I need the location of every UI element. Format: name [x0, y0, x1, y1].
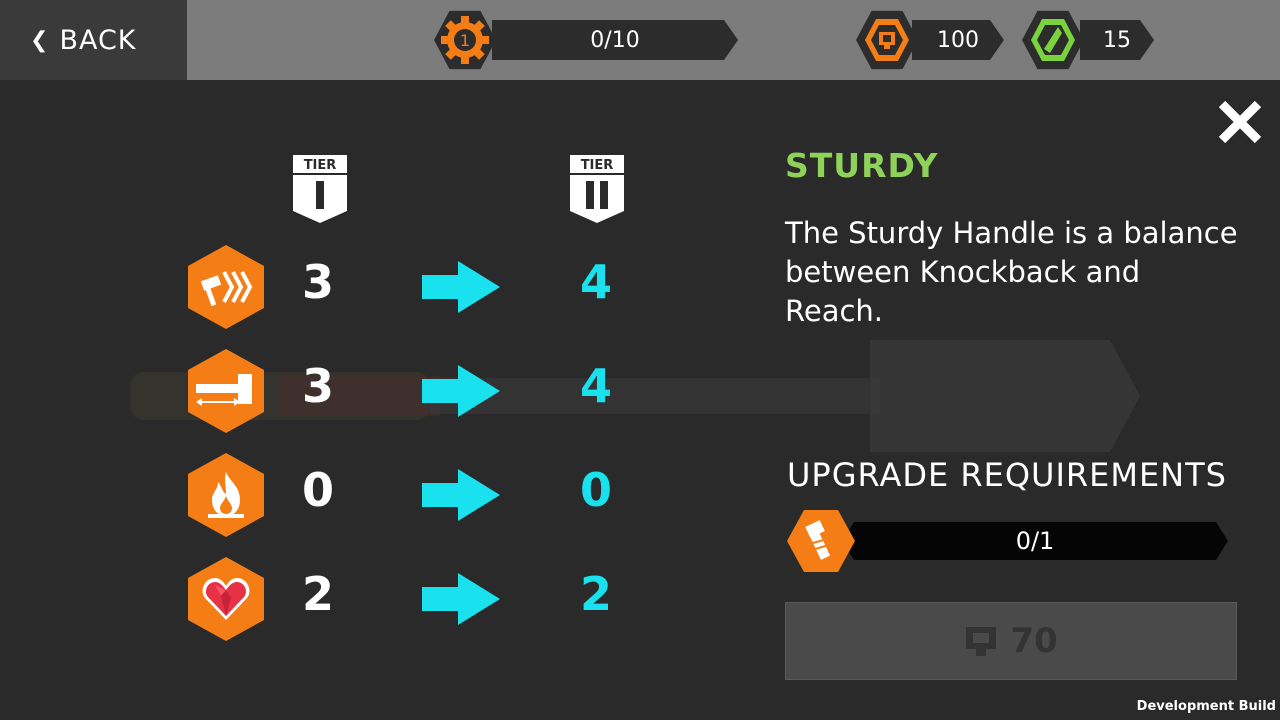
stat-current-value: 3	[301, 255, 334, 309]
back-button[interactable]: ❮ BACK	[0, 0, 187, 80]
level-badge: 1	[434, 10, 496, 70]
heart-icon	[202, 578, 250, 620]
level-progress-text: 0/10	[590, 27, 640, 53]
coins-value: 100	[937, 27, 979, 53]
arrow-right-icon	[422, 573, 500, 625]
gems-value: 15	[1103, 27, 1131, 53]
stat-row-health: 2 2	[188, 557, 628, 641]
gem-icon	[1031, 19, 1075, 61]
tier-one-label: TIER	[304, 158, 337, 173]
gems-badge	[1022, 10, 1084, 70]
handle-part-icon	[805, 520, 831, 560]
gems-counter: 15	[1080, 20, 1154, 60]
arrow-right-icon	[422, 365, 500, 417]
coin-icon	[865, 19, 909, 61]
knockback-icon	[200, 271, 253, 307]
coins-badge	[856, 10, 918, 70]
tier-two-banner: TIER	[570, 155, 624, 223]
level-number: 1	[459, 30, 471, 50]
health-stat-icon	[188, 557, 264, 641]
chevron-left-icon: ❮	[30, 27, 50, 53]
arrow-right-icon	[422, 261, 500, 313]
reach-stat-icon	[188, 349, 264, 433]
stat-row-fire: 0 0	[188, 453, 628, 537]
item-name: STURDY	[785, 146, 939, 185]
reach-icon	[196, 374, 252, 406]
fire-stat-icon	[188, 453, 264, 537]
fire-icon	[208, 472, 244, 518]
knockback-stat-icon	[188, 245, 264, 329]
stat-current-value: 2	[301, 567, 334, 621]
close-icon[interactable]	[1216, 98, 1264, 146]
tier-two-label: TIER	[581, 158, 614, 173]
stat-row-reach: 3 4	[188, 349, 628, 433]
stat-row-knockback: 3 4	[188, 245, 628, 329]
back-label: BACK	[59, 24, 137, 56]
coins-counter: 100	[912, 20, 1004, 60]
upgrade-cost: 70	[1010, 621, 1058, 661]
requirements-title: UPGRADE REQUIREMENTS	[787, 456, 1227, 494]
tier-one-banner: TIER	[293, 155, 347, 223]
requirement-progress-bar: 0/1	[842, 522, 1228, 560]
stat-next-value: 2	[579, 567, 612, 621]
top-bar: ❮ BACK 0/10 1 100 15	[0, 0, 1280, 80]
coin-icon	[966, 627, 997, 656]
stat-current-value: 3	[301, 359, 334, 413]
upgrade-button[interactable]: 70	[785, 602, 1237, 680]
stat-current-value: 0	[301, 463, 334, 517]
stat-next-value: 4	[579, 255, 612, 309]
stat-next-value: 4	[579, 359, 612, 413]
item-description: The Sturdy Handle is a balance between K…	[785, 216, 1238, 328]
level-progress-bar: 0/10	[492, 20, 738, 60]
development-build-label: Development Build	[1136, 699, 1276, 714]
stat-next-value: 0	[579, 463, 612, 517]
requirement-progress-text: 0/1	[1015, 527, 1055, 555]
arrow-right-icon	[422, 469, 500, 521]
